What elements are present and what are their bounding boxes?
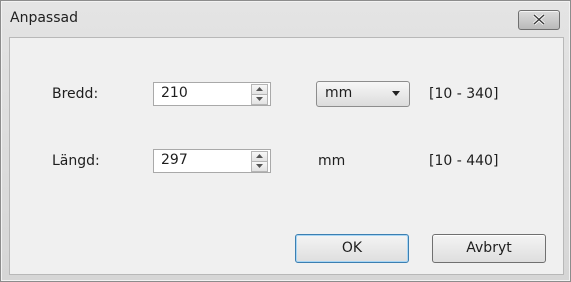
- close-button[interactable]: [518, 10, 560, 30]
- dialog-title: Anpassad: [10, 10, 78, 26]
- spin-up-icon: [256, 87, 263, 91]
- length-label: Längd:: [52, 153, 100, 169]
- ok-button[interactable]: OK: [295, 234, 409, 263]
- width-spinbox[interactable]: 210: [153, 82, 271, 106]
- length-spinbox[interactable]: 297: [153, 149, 271, 173]
- unit-dropdown-value: mm: [325, 85, 353, 101]
- length-value[interactable]: 297: [161, 152, 188, 168]
- length-unit: mm: [318, 153, 346, 169]
- width-spin-down-button[interactable]: [251, 94, 268, 105]
- unit-dropdown[interactable]: mm: [316, 81, 410, 107]
- length-range: [10 - 440]: [429, 153, 499, 169]
- width-value[interactable]: 210: [161, 85, 188, 101]
- spin-up-icon: [256, 154, 263, 158]
- spin-down-icon: [256, 97, 263, 101]
- spin-down-icon: [256, 164, 263, 168]
- length-spin-down-button[interactable]: [251, 161, 268, 172]
- dialog-content: Bredd: 210 mm [10 - 340] Längd: 297 mm […: [9, 37, 564, 275]
- width-range: [10 - 340]: [429, 86, 499, 102]
- close-icon: [533, 14, 545, 25]
- dialog-window: Anpassad Bredd: 210 mm [10 - 340] Längd:…: [0, 0, 571, 282]
- chevron-down-icon: [392, 91, 400, 96]
- width-label: Bredd:: [52, 86, 99, 102]
- cancel-button[interactable]: Avbryt: [432, 234, 546, 263]
- title-bar: Anpassad: [1, 1, 570, 37]
